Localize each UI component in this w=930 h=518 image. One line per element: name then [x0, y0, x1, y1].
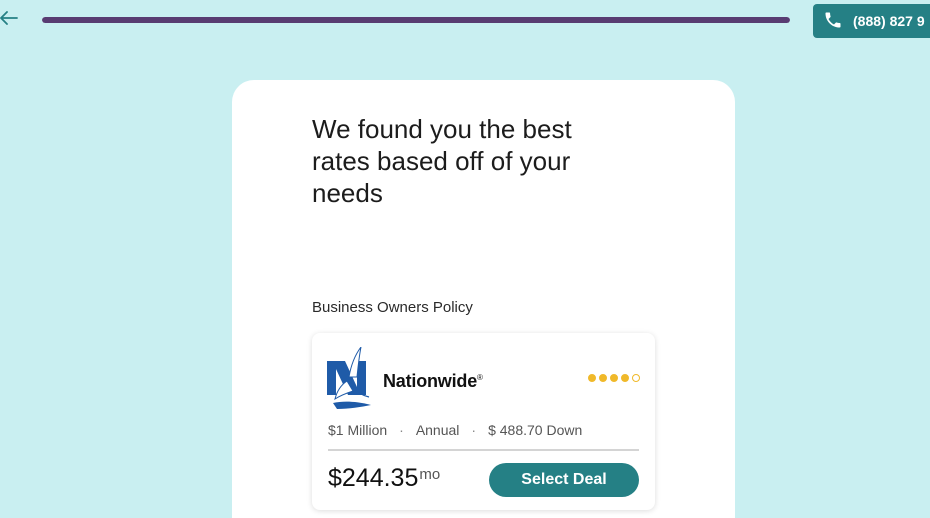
- page-title: We found you the best rates based off of…: [312, 114, 572, 208]
- policy-details: $1 Million · Annual · $ 488.70 Down: [328, 422, 639, 451]
- separator: ·: [399, 422, 404, 438]
- price-unit: mo: [419, 466, 441, 483]
- carrier-logo: Nationwide®: [327, 346, 483, 416]
- results-card: We found you the best rates based off of…: [232, 80, 735, 518]
- back-button[interactable]: [0, 8, 22, 32]
- carrier-name: Nationwide®: [383, 371, 483, 391]
- progress-bar: [42, 17, 790, 23]
- rating-dot-filled: [610, 374, 618, 382]
- quote-card: Nationwide® $1 Million · Annual · $ 488.…: [312, 333, 655, 510]
- separator: ·: [471, 422, 477, 438]
- rating-dot-filled: [621, 374, 629, 382]
- monthly-price: $244.35 mo: [328, 464, 440, 493]
- call-phone-button[interactable]: (888) 827 9: [813, 4, 930, 38]
- down-payment: $ 488.70 Down: [488, 422, 583, 438]
- coverage-amount: $1 Million: [328, 422, 388, 438]
- rating-dot-filled: [588, 374, 596, 382]
- price-amount: $244.35: [328, 464, 419, 492]
- rating-dot-filled: [599, 374, 607, 382]
- policy-type-label: Business Owners Policy: [312, 299, 473, 316]
- rating-dot-empty: [632, 374, 640, 382]
- arrow-left-icon: [0, 10, 18, 30]
- phone-icon: [823, 10, 843, 33]
- select-deal-button[interactable]: Select Deal: [489, 463, 639, 497]
- carrier-rating: [588, 374, 640, 382]
- phone-number: (888) 827 9: [853, 13, 925, 29]
- nationwide-eagle-logo: [327, 346, 373, 416]
- payment-term: Annual: [415, 422, 460, 438]
- progress-bar-fill: [42, 17, 790, 23]
